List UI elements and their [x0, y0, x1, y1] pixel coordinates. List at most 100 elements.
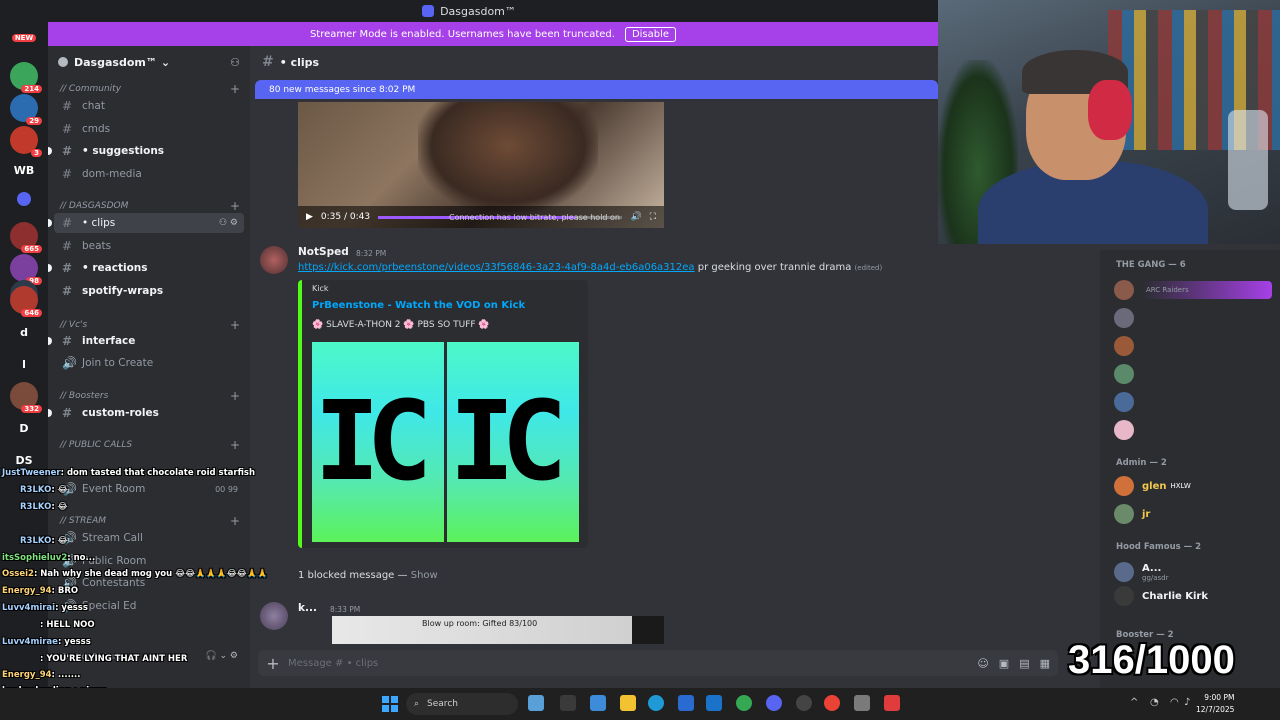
- chrome-alt-app-icon[interactable]: [824, 695, 840, 711]
- server-icon-2[interactable]: 29: [10, 94, 42, 125]
- avatar[interactable]: [260, 246, 288, 274]
- channel-special-ed[interactable]: 🔊 Special Ed: [54, 596, 244, 616]
- image-attachment[interactable]: Blow up room: Gifted 83/100: [332, 616, 664, 644]
- message-author[interactable]: k...: [298, 602, 317, 614]
- avatar[interactable]: [260, 602, 288, 630]
- game-app-icon[interactable]: [884, 695, 900, 711]
- server-icon-9[interactable]: 646: [10, 286, 42, 317]
- disable-streamer-mode-button[interactable]: Disable: [624, 26, 677, 42]
- channel-cmds[interactable]: # cmds: [54, 119, 244, 139]
- add-channel-icon[interactable]: +: [230, 438, 240, 452]
- edge-browser-icon[interactable]: [648, 695, 664, 711]
- attach-plus-icon[interactable]: +: [258, 654, 288, 673]
- channel-custom-roles[interactable]: # custom-roles: [48, 403, 244, 423]
- category-stream[interactable]: // STREAM +: [60, 514, 240, 528]
- add-member-icon[interactable]: ⚇: [230, 56, 240, 69]
- gif-icon[interactable]: ▣: [999, 657, 1009, 670]
- outlook-app-icon[interactable]: [706, 695, 722, 711]
- channel-event-room[interactable]: 🔊 Event Room 00 99: [54, 479, 244, 499]
- member-item[interactable]: jr: [1114, 502, 1274, 526]
- network-icon[interactable]: ◔: [1150, 697, 1162, 709]
- channel-join-to-create[interactable]: 🔊 Join to Create: [54, 353, 244, 373]
- category-vcs[interactable]: // Vc's +: [60, 318, 240, 332]
- emoji-icon[interactable]: ▦: [1040, 657, 1050, 670]
- store-app-icon[interactable]: [678, 695, 694, 711]
- member-item[interactable]: [1114, 334, 1274, 358]
- new-messages-bar[interactable]: 80 new messages since 8:02 PM: [255, 80, 938, 99]
- channel-settings-icon[interactable]: ⚇ ⚙: [219, 218, 238, 228]
- channel-dom-media[interactable]: # dom-media: [54, 164, 244, 184]
- member-item[interactable]: [1114, 418, 1274, 442]
- channel-beats[interactable]: # beats: [54, 236, 244, 256]
- fullscreen-icon[interactable]: ⛶: [650, 212, 656, 222]
- channel-contestants[interactable]: 🔊 Contestants: [54, 573, 244, 593]
- channel-reactions[interactable]: # • reactions: [48, 258, 244, 278]
- system-clock[interactable]: 9:00 PM 12/7/2025: [1196, 692, 1234, 716]
- message-author[interactable]: NotSped: [298, 246, 349, 258]
- category-boosters[interactable]: // Boosters +: [60, 389, 240, 403]
- add-channel-icon[interactable]: +: [230, 199, 240, 213]
- chrome-app-icon[interactable]: [736, 695, 752, 711]
- add-channel-icon[interactable]: +: [230, 82, 240, 96]
- volume-icon[interactable]: 🔊: [630, 212, 641, 222]
- server-header[interactable]: Dasgasdom™ ⌄ ⚇: [48, 46, 250, 78]
- member-item[interactable]: glen HXLW: [1114, 474, 1274, 498]
- member-item[interactable]: [1114, 306, 1274, 330]
- member-item[interactable]: [1114, 390, 1274, 414]
- kick-vod-link[interactable]: https://kick.com/prbeenstone/videos/33f5…: [298, 262, 695, 273]
- user-status[interactable]: Do Not Disturb 🎧 ⌄ ⚙: [54, 646, 244, 666]
- video-attachment[interactable]: ▶ 0:35 / 0:43 🔊 ⛶ Connection has low bit…: [298, 102, 664, 228]
- embed-title[interactable]: PrBeenstone - Watch the VOD on Kick: [312, 300, 525, 311]
- add-channel-icon[interactable]: +: [230, 318, 240, 332]
- message-composer[interactable]: + Message # • clips ☺ ▣ ▤ ▦: [258, 650, 1058, 676]
- server-icon-6[interactable]: 665: [10, 222, 42, 253]
- member-item[interactable]: Charlie Kirk: [1114, 584, 1274, 608]
- add-channel-icon[interactable]: +: [230, 514, 240, 528]
- settings-app-icon[interactable]: [854, 695, 870, 711]
- category-dasgasdom[interactable]: // DASGASDOM +: [60, 199, 240, 213]
- server-icon-3[interactable]: 3: [10, 126, 42, 157]
- category-public-calls[interactable]: // PUBLIC CALLS +: [60, 438, 240, 452]
- server-icon-11[interactable]: l: [10, 350, 38, 378]
- channel-clips[interactable]: # • clips ⚇ ⚙: [48, 213, 244, 233]
- terminal-app-icon[interactable]: [560, 695, 576, 711]
- member-item[interactable]: A... gg/asdr: [1114, 560, 1274, 584]
- server-icon-14[interactable]: DS: [10, 446, 38, 474]
- channel-public-room[interactable]: 🔊 Public Room: [54, 551, 244, 571]
- chevron-up-icon[interactable]: ^: [1130, 697, 1142, 709]
- file-explorer-icon[interactable]: [620, 695, 636, 711]
- server-icon-4[interactable]: WB: [10, 156, 38, 184]
- play-icon[interactable]: ▶: [306, 212, 313, 222]
- windows-start-icon[interactable]: [382, 696, 398, 712]
- obs-app-icon[interactable]: [796, 695, 812, 711]
- gift-icon[interactable]: ☺: [977, 657, 988, 670]
- channel-interface[interactable]: # interface: [48, 331, 244, 351]
- server-icon-1[interactable]: 214: [10, 62, 42, 93]
- member-item[interactable]: ARC Raiders: [1114, 278, 1274, 302]
- taskbar-search[interactable]: ⌕ Search: [406, 693, 518, 715]
- member-item[interactable]: [1114, 362, 1274, 386]
- channel-suggestions[interactable]: # • suggestions: [48, 141, 244, 161]
- discord-app-icon[interactable]: [766, 695, 782, 711]
- category-community[interactable]: // Community +: [60, 82, 240, 96]
- server-icon-10[interactable]: d: [10, 318, 38, 346]
- channel-chat[interactable]: # chat: [54, 96, 244, 116]
- channel-stream-call[interactable]: 🔊 Stream Call: [54, 528, 244, 548]
- server-icon-12[interactable]: 332: [10, 382, 42, 413]
- sticker-icon[interactable]: ▤: [1019, 657, 1029, 670]
- channel-spotify-wraps[interactable]: # spotify-wraps: [54, 281, 244, 301]
- unread-pill: [48, 409, 52, 417]
- wifi-icon[interactable]: ◠: [1170, 697, 1182, 709]
- copilot-app-icon[interactable]: [590, 695, 606, 711]
- server-icon-13[interactable]: D: [10, 414, 38, 442]
- embed-thumbnail[interactable]: IC IC: [312, 342, 579, 542]
- volume-icon[interactable]: ♪: [1184, 697, 1196, 709]
- server-icon-7[interactable]: 98: [10, 254, 42, 285]
- server-icon-0[interactable]: NEW: [10, 24, 38, 52]
- server-icon-5[interactable]: [17, 192, 31, 206]
- add-channel-icon[interactable]: +: [230, 389, 240, 403]
- composer-placeholder[interactable]: Message # • clips: [288, 658, 378, 669]
- show-blocked-button[interactable]: Show: [411, 570, 438, 581]
- user-settings-icon[interactable]: 🎧 ⌄ ⚙: [205, 651, 238, 661]
- taskview-app-icon[interactable]: [528, 695, 544, 711]
